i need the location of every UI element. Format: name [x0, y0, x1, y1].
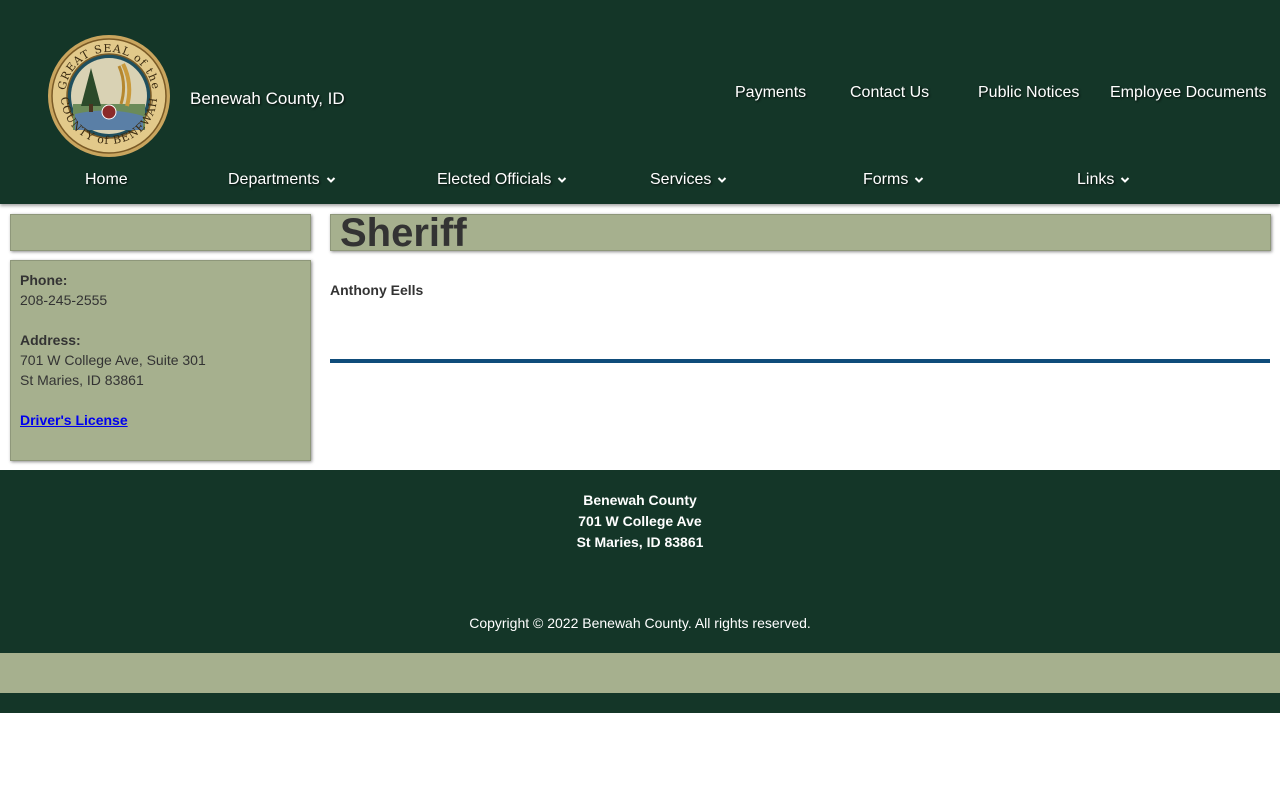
nav-links[interactable]: Links	[1077, 171, 1130, 189]
site-header: GREAT SEAL of the COUNTY of BENEWAH Bene…	[0, 0, 1280, 204]
address-line-2: St Maries, ID 83861	[20, 372, 144, 388]
payments-link[interactable]: Payments	[735, 84, 806, 102]
contact-info-panel: Phone: 208-245-2555 Address: 701 W Colle…	[10, 260, 311, 461]
address-line-1: 701 W College Ave, Suite 301	[20, 352, 206, 368]
chevron-down-icon	[718, 177, 727, 183]
phone-label: Phone:	[20, 272, 68, 288]
site-footer: Benewah County 701 W College Ave St Mari…	[0, 470, 1280, 653]
main-nav: Home Departments Elected Officials Servi…	[0, 171, 1280, 195]
phone-number: 208-245-2555	[20, 292, 108, 308]
content-divider	[330, 359, 1270, 363]
footer-county-name: Benewah County	[583, 492, 697, 508]
page-title-bar: Sheriff	[330, 211, 1271, 255]
drivers-license-link[interactable]: Driver's License	[20, 412, 128, 428]
nav-links-label: Links	[1077, 171, 1115, 188]
nav-elected-officials[interactable]: Elected Officials	[437, 171, 567, 189]
public-notices-link[interactable]: Public Notices	[978, 84, 1079, 102]
nav-services-label: Services	[650, 171, 712, 188]
contact-us-link[interactable]: Contact Us	[850, 84, 929, 102]
nav-departments-label: Departments	[228, 171, 320, 188]
chevron-down-icon	[326, 177, 335, 183]
chevron-down-icon	[1121, 177, 1130, 183]
nav-departments[interactable]: Departments	[228, 171, 336, 189]
utility-nav: Payments Contact Us Public Notices Emplo…	[0, 84, 1280, 106]
official-name: Anthony Eells	[330, 282, 424, 298]
chevron-down-icon	[915, 177, 924, 183]
nav-home-label: Home	[85, 171, 128, 188]
nav-home[interactable]: Home	[85, 171, 128, 189]
nav-elected-officials-label: Elected Officials	[437, 171, 552, 188]
footer-street: 701 W College Ave	[578, 513, 702, 529]
nav-forms-label: Forms	[863, 171, 909, 188]
chevron-down-icon	[558, 177, 567, 183]
nav-forms[interactable]: Forms	[863, 171, 924, 189]
footer-band	[0, 653, 1280, 693]
page-title: Sheriff	[340, 211, 467, 255]
footer-city: St Maries, ID 83861	[576, 534, 704, 550]
sidebar-header-panel	[10, 214, 311, 251]
nav-services[interactable]: Services	[650, 171, 727, 189]
footer-address: Benewah County 701 W College Ave St Mari…	[0, 490, 1280, 553]
footer-bottom-strip	[0, 693, 1280, 713]
address-label: Address:	[20, 332, 81, 348]
copyright-text: Copyright © 2022 Benewah County. All rig…	[469, 615, 811, 631]
employee-documents-link[interactable]: Employee Documents	[1110, 84, 1267, 102]
